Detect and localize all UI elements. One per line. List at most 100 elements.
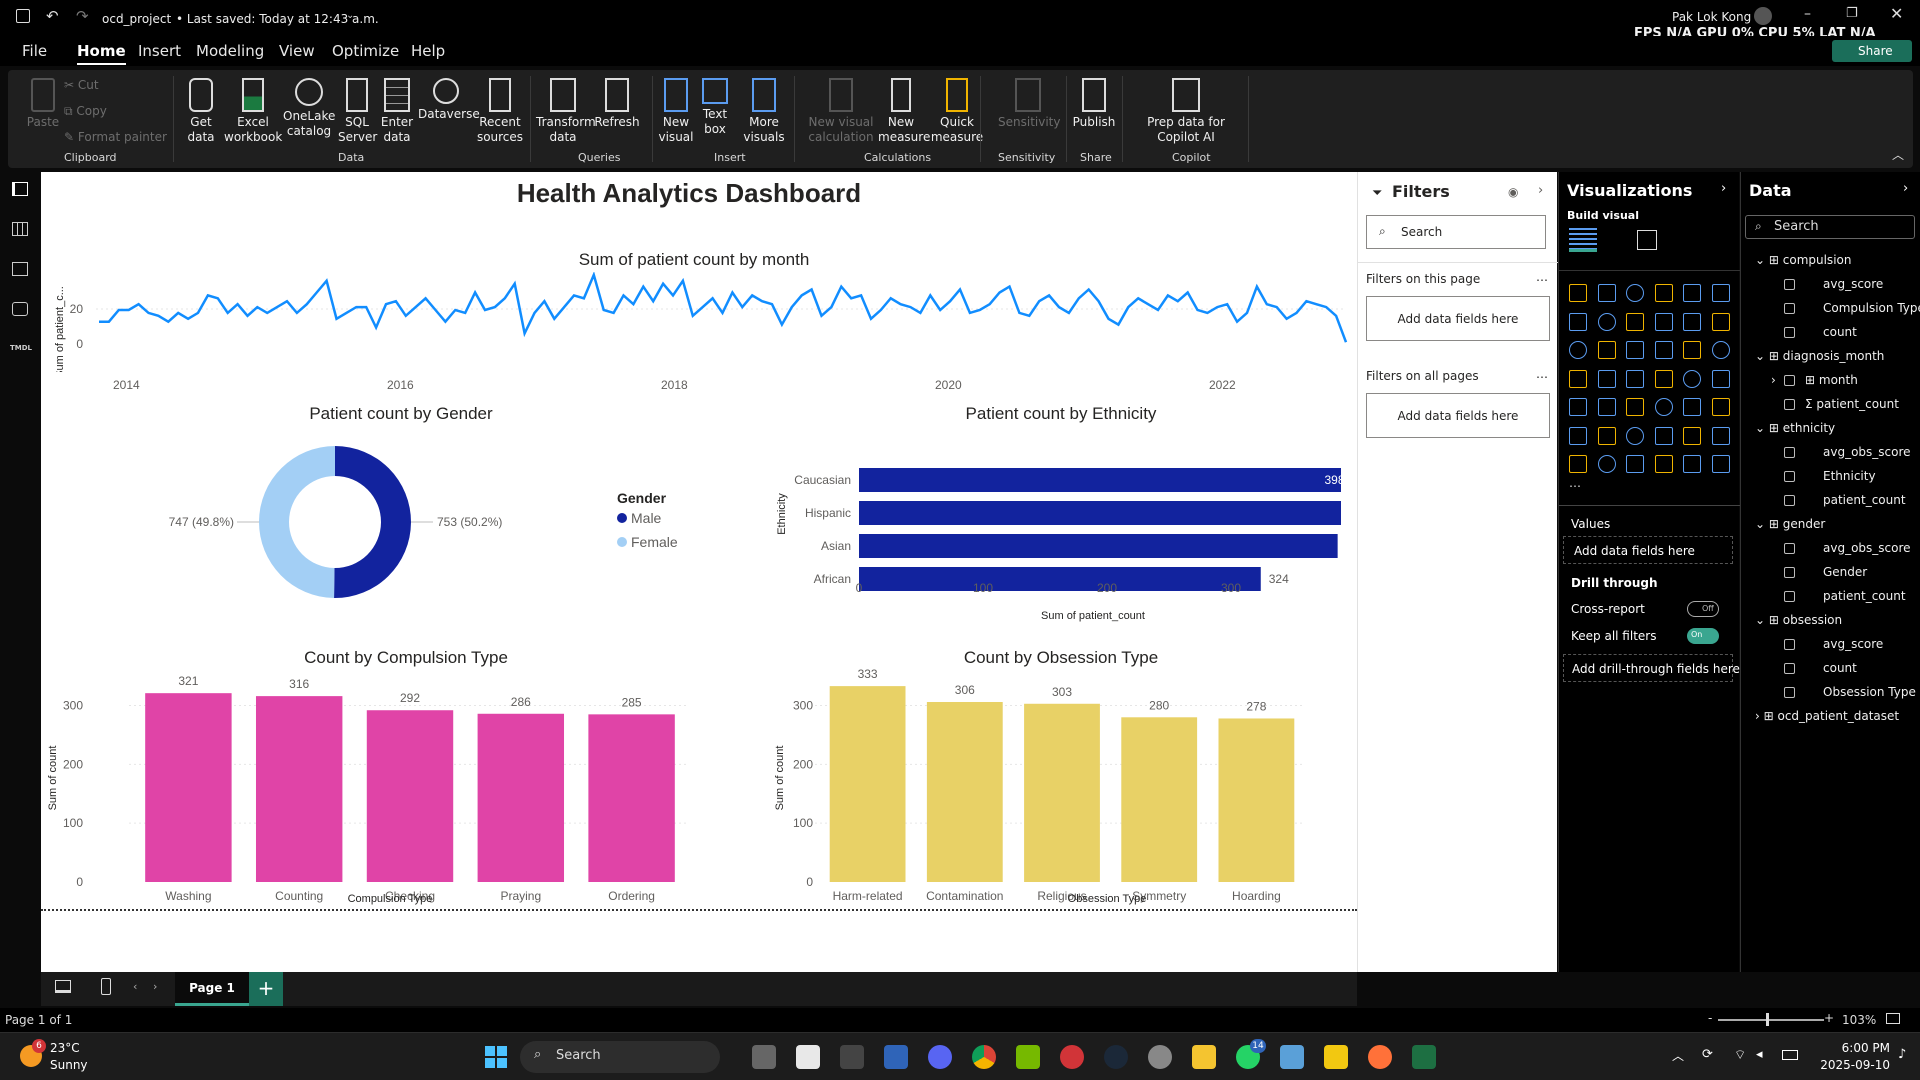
bar[interactable] — [926, 702, 1003, 882]
format-painter-button[interactable]: ✎ Format painter — [64, 130, 167, 144]
visual-type-icon[interactable] — [1626, 312, 1644, 331]
excel-workbook-button[interactable]: Excel workbook — [224, 78, 282, 145]
visual-type-icon[interactable] — [1711, 312, 1730, 331]
firefox-icon[interactable] — [1368, 1045, 1392, 1069]
visual-type-icon[interactable] — [1626, 341, 1644, 359]
values-drop-zone[interactable]: Add data fields here — [1563, 536, 1733, 564]
field-item[interactable]: patient_count — [1823, 589, 1906, 603]
visual-type-icon[interactable] — [1654, 341, 1673, 359]
field-checkbox[interactable] — [1784, 663, 1795, 674]
bar[interactable] — [829, 686, 906, 882]
field-item[interactable]: avg_score — [1823, 637, 1883, 651]
chevron-down-icon[interactable]: ⌄ — [346, 10, 354, 21]
refresh-button[interactable]: Refresh — [594, 78, 640, 130]
visual-type-icon[interactable] — [1626, 284, 1644, 302]
collapse-ribbon-icon[interactable]: ︿ — [1892, 146, 1904, 163]
build-visual-tab[interactable] — [1569, 228, 1597, 252]
visual-type-icon[interactable] — [1711, 455, 1730, 473]
bar[interactable] — [1218, 718, 1295, 882]
tree-table-diagnosis-month[interactable]: ⌄ ⊞ diagnosis_month — [1755, 349, 1884, 363]
paste-button[interactable]: Paste — [18, 78, 68, 130]
wifi-icon[interactable]: ⌔ — [1734, 1047, 1746, 1063]
cut-button[interactable]: ✂ Cut — [64, 78, 99, 92]
visual-type-icon[interactable] — [1597, 284, 1616, 302]
visual-type-icon[interactable] — [1711, 369, 1730, 388]
visual-type-icon[interactable] — [1654, 369, 1673, 388]
menu-help[interactable]: Help — [411, 42, 445, 60]
visual-type-icon[interactable] — [1626, 426, 1644, 445]
field-checkbox[interactable] — [1784, 687, 1795, 698]
task-view-icon[interactable] — [752, 1045, 776, 1069]
next-page-icon[interactable]: › — [153, 980, 157, 993]
ethnicity-bar[interactable] — [859, 468, 1341, 492]
zoom-thumb[interactable] — [1766, 1013, 1769, 1026]
visual-type-icon[interactable] — [1626, 455, 1644, 473]
excel-taskbar-icon[interactable] — [1412, 1045, 1436, 1069]
donut-slice-male[interactable] — [334, 446, 411, 598]
maximize-button[interactable]: ❐ — [1846, 6, 1858, 21]
visual-type-icon[interactable] — [1626, 398, 1644, 416]
field-checkbox[interactable] — [1784, 399, 1795, 410]
ethnicity-bar[interactable] — [859, 534, 1338, 558]
store-icon[interactable] — [796, 1045, 820, 1069]
expand-hierarchy-icon[interactable]: › — [1771, 373, 1776, 387]
text-box-button[interactable]: Text box — [700, 78, 730, 137]
visual-type-icon[interactable] — [1654, 455, 1673, 473]
visual-type-icon[interactable] — [1683, 284, 1701, 302]
desktop-layout-icon[interactable] — [55, 980, 71, 993]
field-checkbox[interactable] — [1784, 591, 1795, 602]
bar[interactable] — [366, 710, 454, 882]
enter-data-button[interactable]: Enter data — [378, 78, 416, 145]
field-item[interactable]: avg_obs_score — [1823, 445, 1911, 459]
visual-type-icon[interactable] — [1626, 369, 1644, 388]
visual-type-icon[interactable] — [1683, 369, 1701, 388]
legend-item-male[interactable]: Male — [617, 510, 678, 526]
field-checkbox[interactable] — [1784, 567, 1795, 578]
menu-insert[interactable]: Insert — [138, 42, 181, 60]
visual-type-icon[interactable] — [1569, 398, 1587, 416]
field-item[interactable]: count — [1823, 661, 1857, 675]
field-item[interactable]: Ethnicity — [1823, 469, 1876, 483]
keep-all-filters-toggle[interactable]: On — [1687, 628, 1719, 644]
app-icon[interactable] — [1280, 1045, 1304, 1069]
visual-type-icon[interactable] — [1711, 284, 1730, 302]
filters-all-drop-zone[interactable]: Add data fields here — [1366, 393, 1550, 438]
visual-type-icon[interactable] — [1654, 426, 1673, 445]
notification-bell-icon[interactable]: ♪ — [1898, 1047, 1906, 1062]
field-checkbox[interactable] — [1784, 303, 1795, 314]
chrome-icon[interactable] — [972, 1045, 996, 1069]
field-checkbox[interactable] — [1784, 639, 1795, 650]
field-checkbox[interactable] — [1784, 327, 1795, 338]
vscode-icon[interactable] — [884, 1045, 908, 1069]
prev-page-icon[interactable]: ‹ — [133, 980, 137, 993]
field-item[interactable]: Obsession Type — [1823, 685, 1916, 699]
tree-table-compulsion[interactable]: ⌄ ⊞ compulsion — [1755, 253, 1851, 267]
close-button[interactable]: ✕ — [1890, 4, 1903, 23]
minimize-button[interactable]: – — [1804, 6, 1811, 22]
field-checkbox[interactable] — [1784, 375, 1795, 386]
quick-measure-button[interactable]: Quick measure — [930, 78, 984, 145]
battery-icon[interactable] — [1782, 1050, 1798, 1060]
visual-type-icon[interactable] — [1683, 341, 1701, 359]
menu-home[interactable]: Home — [77, 42, 126, 65]
obsession-bar-chart[interactable]: Sum of count 300 200 100 0 333 Harm-related 30… — [721, 668, 1357, 908]
tree-table-ocd-patient-dataset[interactable]: › ⊞ ocd_patient_dataset — [1755, 709, 1899, 723]
redo-icon[interactable]: ↷ — [76, 7, 89, 25]
taskbar-search[interactable]: ⌕ Search — [520, 1041, 720, 1073]
mobile-layout-icon[interactable] — [101, 978, 111, 995]
menu-file[interactable]: File — [22, 42, 47, 60]
more-options-icon[interactable]: … — [1536, 367, 1548, 381]
volume-icon[interactable]: ◂ — [1756, 1047, 1763, 1062]
new-measure-button[interactable]: New measure — [878, 78, 930, 145]
new-visual-calculation-button[interactable]: New visual calculation — [808, 78, 874, 145]
zoom-slider[interactable] — [1718, 1013, 1824, 1026]
bar[interactable] — [588, 714, 675, 882]
compulsion-bar-chart[interactable]: Sum of count 300 200 100 0 321 Washing 316 Coun… — [41, 668, 701, 908]
collapse-viz-icon[interactable]: › — [1721, 181, 1726, 196]
visual-type-icon[interactable] — [1597, 312, 1616, 331]
avatar[interactable] — [1754, 7, 1772, 25]
tree-table-obsession[interactable]: ⌄ ⊞ obsession — [1755, 613, 1842, 627]
add-page-button[interactable]: + — [249, 972, 283, 1006]
visual-type-icon[interactable] — [1654, 312, 1673, 331]
clock-time[interactable]: 6:00 PM — [1830, 1041, 1890, 1055]
